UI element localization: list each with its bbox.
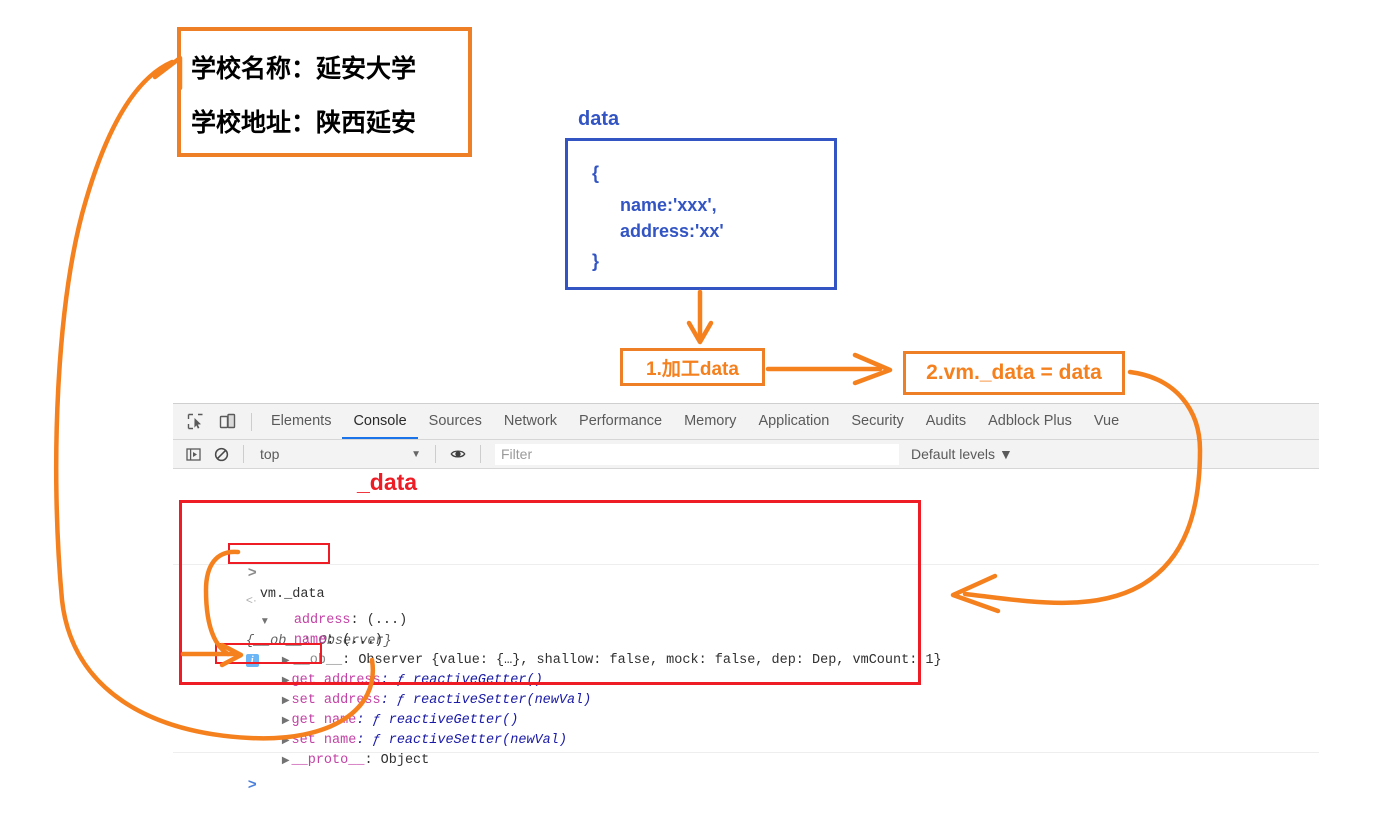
data-box-label: data	[578, 108, 620, 130]
data-address-property: address:'xx'	[620, 221, 724, 241]
tab-memory[interactable]: Memory	[673, 404, 747, 439]
data-name-property: name:'xxx',	[620, 195, 717, 215]
execution-context-value: top	[260, 446, 280, 462]
console-filter-bar: top ▼ Filter Default levels ▼	[173, 440, 1319, 469]
tab-audits[interactable]: Audits	[915, 404, 977, 439]
inspect-element-icon[interactable]	[181, 408, 209, 436]
tab-performance[interactable]: Performance	[568, 404, 673, 439]
log-levels-dropdown[interactable]: Default levels ▼	[911, 446, 1013, 462]
filter-input[interactable]: Filter	[495, 443, 899, 465]
data-close-brace: }	[592, 251, 600, 271]
red-data-annotation-label: _data	[357, 469, 418, 495]
school-name-line: 学校名称：延安大学	[191, 55, 417, 83]
property-key: __proto__	[291, 753, 365, 768]
tab-elements[interactable]: Elements	[260, 404, 342, 439]
toolbar-divider	[251, 412, 252, 431]
console-row-divider	[173, 752, 1319, 753]
tab-sources[interactable]: Sources	[418, 404, 493, 439]
tab-application[interactable]: Application	[747, 404, 840, 439]
tab-vue[interactable]: Vue	[1083, 404, 1130, 439]
console-bottom-prompt: >	[247, 776, 257, 793]
property-value: : Object	[364, 753, 430, 768]
devtools-tabbar: Elements Console Sources Network Perform…	[173, 404, 1319, 440]
filter-placeholder: Filter	[501, 446, 533, 462]
execution-context-select[interactable]: top ▼	[252, 446, 427, 462]
console-output-area[interactable]: > vm._data <· ▼ {__ob__: Observer} i add…	[173, 469, 1319, 793]
console-sidebar-icon[interactable]	[180, 442, 206, 466]
console-prompt-row[interactable]: >	[183, 755, 257, 817]
tab-security[interactable]: Security	[840, 404, 914, 439]
chevron-down-icon: ▼	[998, 446, 1013, 462]
console-row-divider	[173, 564, 1319, 565]
step-2-box: 2.vm._data = data	[903, 351, 1125, 395]
diagram-canvas: 学校名称：延安大学 学校地址：陕西延安 data { name:'xxx', a…	[0, 0, 1379, 793]
tab-network[interactable]: Network	[493, 404, 568, 439]
live-expression-icon[interactable]	[445, 442, 471, 466]
school-info-box: 学校名称：延安大学 学校地址：陕西延安	[177, 27, 472, 157]
arrow-data-to-step1-head	[686, 320, 714, 345]
device-toolbar-icon[interactable]	[213, 408, 241, 436]
chevron-down-icon: ▼	[411, 448, 421, 460]
school-address-line: 学校地址：陕西延安	[191, 109, 417, 137]
data-open-brace: {	[592, 163, 600, 183]
devtools-panel: Elements Console Sources Network Perform…	[173, 403, 1319, 793]
step-1-box: 1.加工data	[620, 348, 765, 386]
tab-console[interactable]: Console	[342, 404, 418, 439]
filterbar-divider-1	[243, 445, 244, 463]
clear-console-icon[interactable]	[208, 442, 234, 466]
filterbar-divider-3	[480, 445, 481, 463]
tab-adblock-plus[interactable]: Adblock Plus	[977, 404, 1083, 439]
filterbar-divider-2	[435, 445, 436, 463]
data-object-box: { name:'xxx', address:'xx' }	[565, 138, 837, 290]
arrow-step1-to-step2-head	[852, 352, 893, 386]
expand-triangle-icon[interactable]: ▶	[282, 755, 290, 766]
log-levels-label: Default levels	[911, 446, 996, 462]
